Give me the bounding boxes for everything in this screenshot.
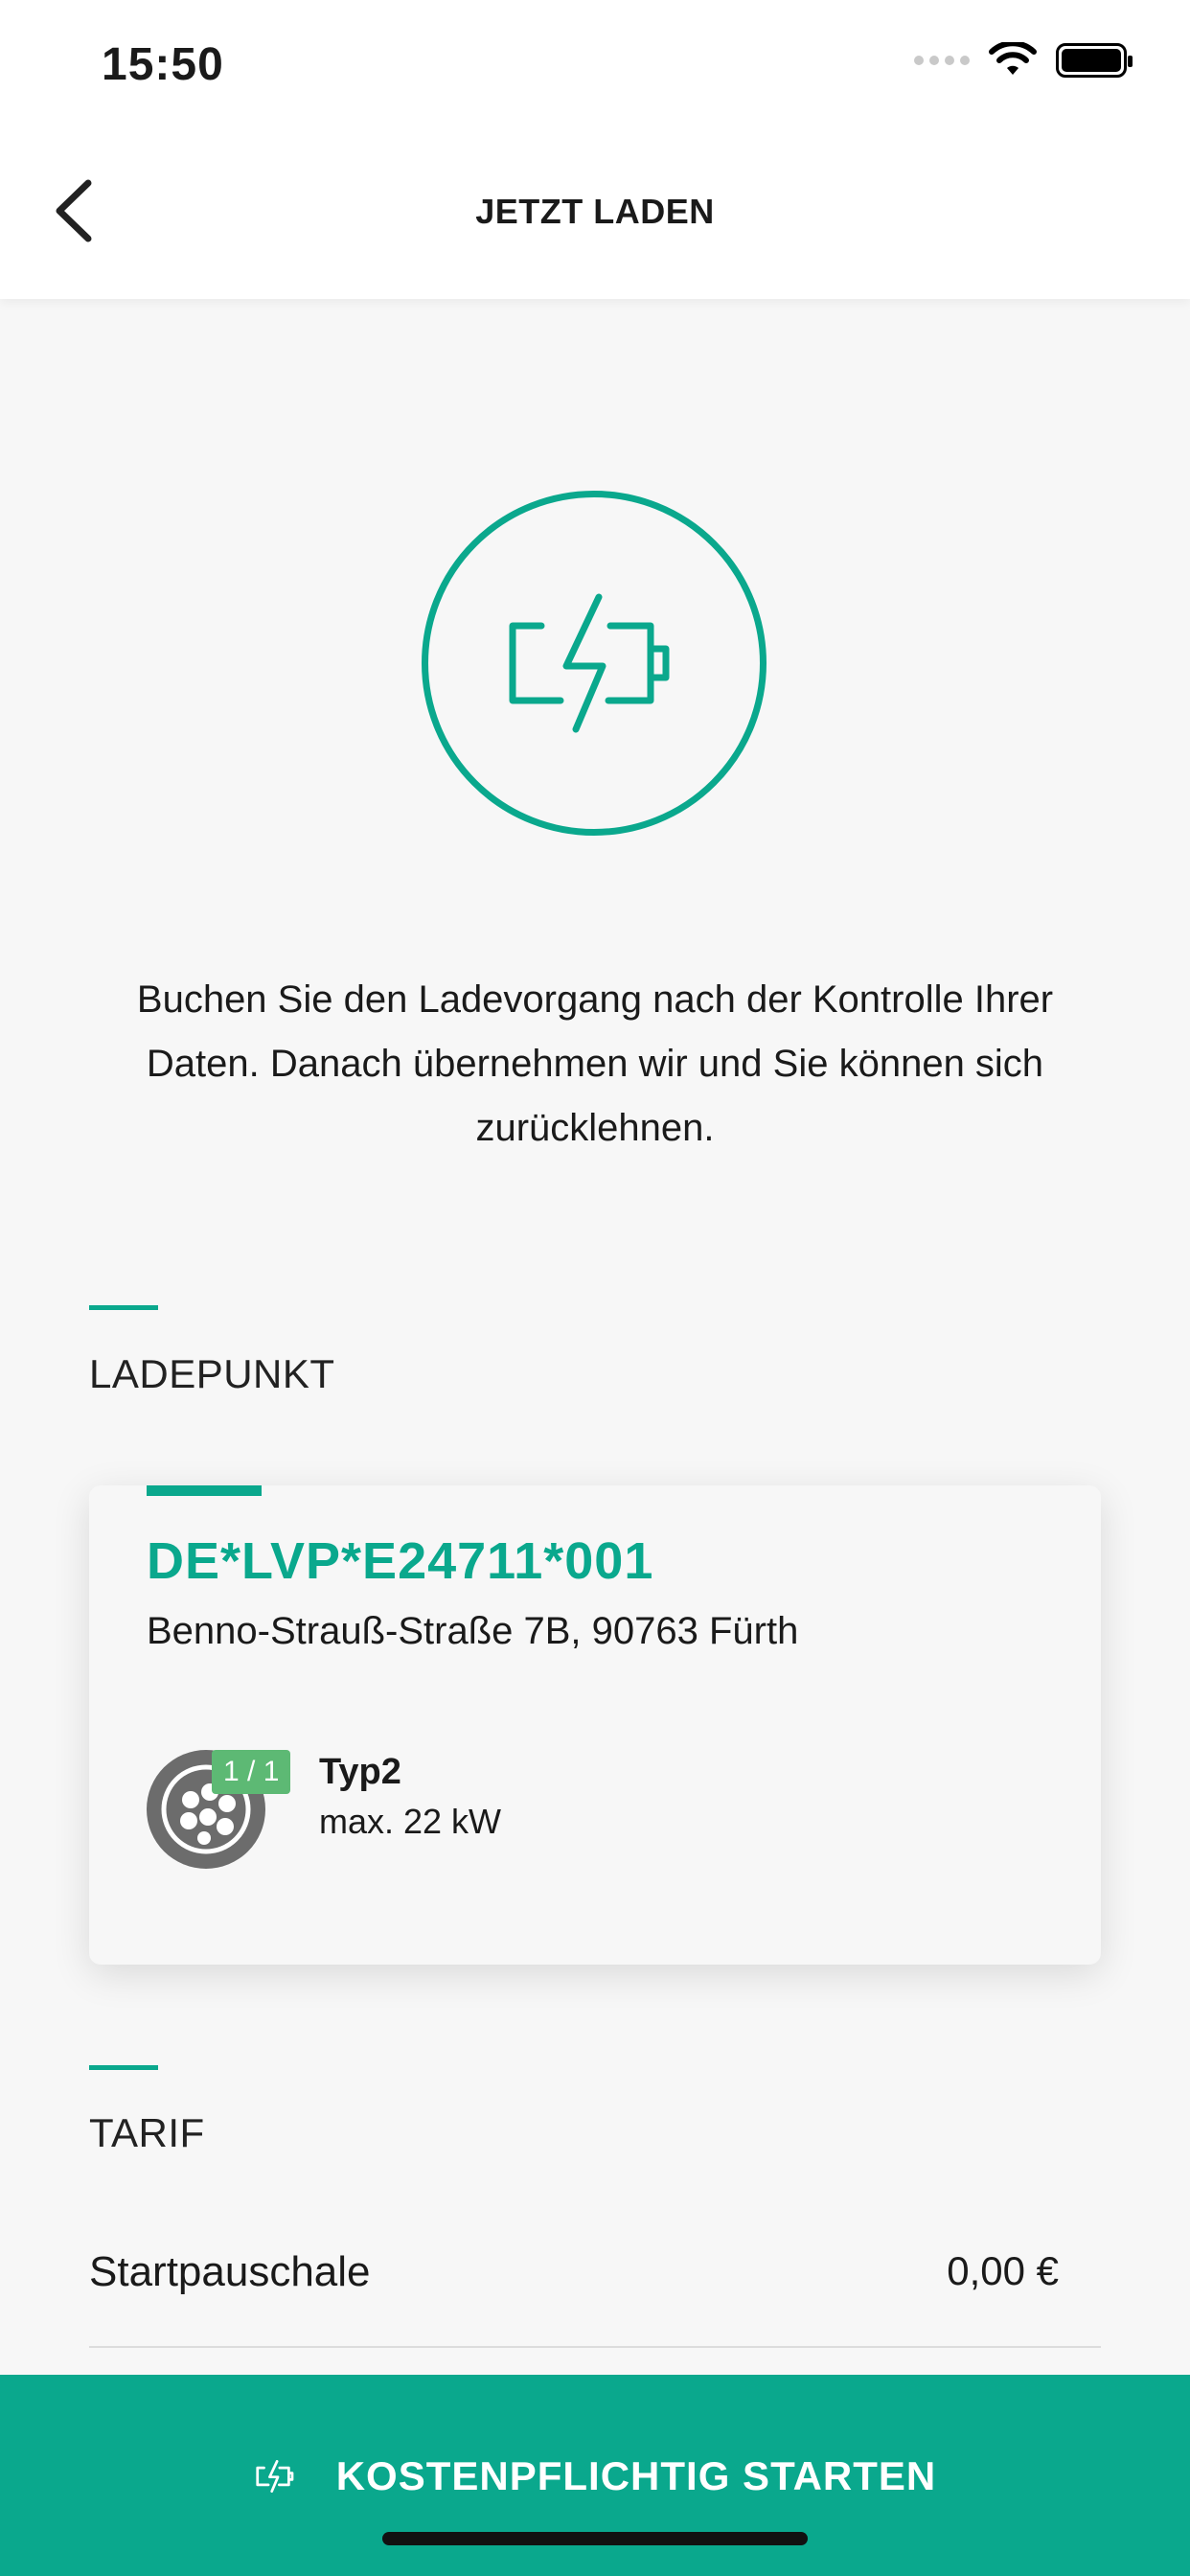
station-id: DE*LVP*E24711*001 bbox=[147, 1532, 654, 1590]
start-charging-button[interactable]: KOSTENPFLICHTIG STARTEN bbox=[0, 2375, 1190, 2576]
cta-content: KOSTENPFLICHTIG STARTEN bbox=[254, 2453, 937, 2499]
screen: 15:50 JETZT LADEN Buchen Sie den Ladevor… bbox=[0, 0, 1190, 2576]
battery-charging-icon bbox=[509, 593, 670, 733]
section-title-ladepunkt: LADEPUNKT bbox=[89, 1351, 335, 1396]
tarif-row: Startpauschale 0,00 € bbox=[89, 2248, 1101, 2348]
section-accent-ladepunkt bbox=[89, 1305, 158, 1310]
charge-point-card[interactable]: DE*LVP*E24711*001 Benno-Strauß-Straße 7B… bbox=[89, 1485, 1101, 1965]
top-bar: 15:50 JETZT LADEN bbox=[0, 0, 1190, 299]
charging-hero-icon bbox=[422, 491, 767, 836]
card-accent bbox=[147, 1485, 262, 1496]
section-title-tarif: TARIF bbox=[89, 2110, 205, 2155]
section-accent-tarif bbox=[89, 2065, 158, 2070]
intro-text: Buchen Sie den Ladevorgang nach der Kont… bbox=[136, 978, 1054, 1149]
connector-type: Typ2 bbox=[319, 1752, 401, 1792]
station-address: Benno-Strauß-Straße 7B, 90763 Fürth bbox=[147, 1610, 799, 1652]
home-indicator[interactable] bbox=[382, 2532, 808, 2545]
start-charging-label: KOSTENPFLICHTIG STARTEN bbox=[335, 2453, 937, 2498]
wifi-icon bbox=[989, 42, 1037, 75]
battery-charging-icon bbox=[256, 2460, 294, 2493]
tarif-name: Startpauschale bbox=[89, 2248, 371, 2295]
status-time: 15:50 bbox=[102, 39, 224, 90]
tarif-value: 0,00 € bbox=[947, 2248, 1059, 2293]
connector-power: max. 22 kW bbox=[319, 1802, 502, 1841]
page-title: JETZT LADEN bbox=[475, 192, 715, 231]
connector-count-badge: 1 / 1 bbox=[212, 1750, 291, 1794]
cellular-signal-icon bbox=[914, 56, 970, 65]
battery-icon bbox=[1056, 43, 1133, 78]
status-icons bbox=[914, 42, 1133, 79]
